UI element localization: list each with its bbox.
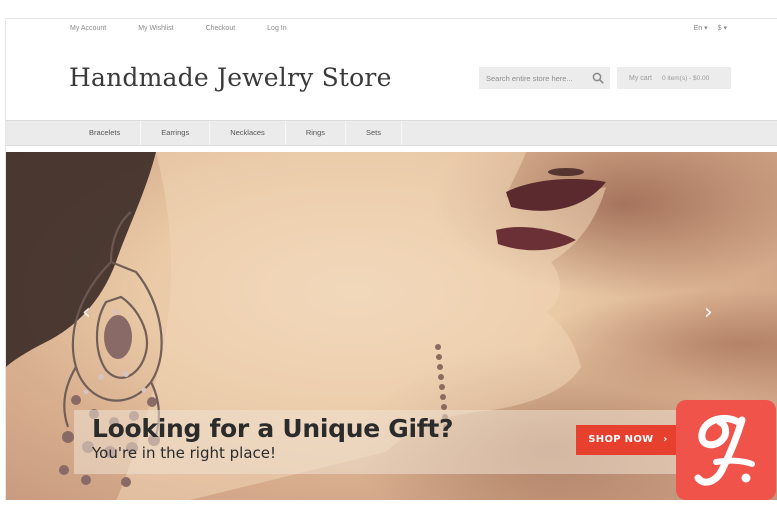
currency-select[interactable]: $ ▾ [718,24,727,32]
shop-now-label: SHOP NOW [588,434,654,445]
main-nav: Bracelets Earrings Necklaces Rings Sets [6,120,777,146]
g-logo-badge[interactable] [676,400,776,500]
hero-slider: ‹ › Looking for a Unique Gift? You're in… [6,152,777,500]
nav-item-rings[interactable]: Rings [286,121,346,145]
store-logo[interactable]: Handmade Jewelry Store [69,63,392,92]
slide-subtitle: You're in the right place! [92,444,277,462]
cart-summary: 0 item(s) - $0.00 [661,74,710,82]
my-wishlist-link[interactable]: My Wishlist [138,25,173,32]
g-logo-icon [694,415,755,486]
chevron-down-icon: ▾ [704,25,708,32]
login-link[interactable]: Log In [267,25,286,32]
locale-switchers: En ▾ $ ▾ [694,24,727,32]
slider-prev-arrow[interactable]: ‹ [82,300,91,325]
nav-item-sets[interactable]: Sets [346,121,403,145]
cart-label: My cart [629,74,652,82]
nav-item-necklaces[interactable]: Necklaces [210,121,286,145]
page-frame: My Account My Wishlist Checkout Log In E… [5,18,777,500]
my-account-link[interactable]: My Account [70,25,106,32]
search-box [479,67,610,89]
chevron-down-icon: ▾ [723,25,727,32]
shop-now-button[interactable]: SHOP NOW › [576,425,680,455]
checkout-link[interactable]: Checkout [206,25,236,32]
language-select[interactable]: En ▾ [694,24,708,32]
search-input[interactable] [486,73,586,83]
cart-button[interactable]: My cart 0 item(s) - $0.00 [617,67,731,89]
chevron-right-icon: › [663,434,668,445]
nav-item-earrings[interactable]: Earrings [141,121,211,145]
currency-value: $ [717,25,722,32]
nav-item-bracelets[interactable]: Bracelets [69,121,142,145]
language-value: En [693,25,703,32]
top-links: My Account My Wishlist Checkout Log In [70,25,319,32]
slider-next-arrow[interactable]: › [704,300,713,325]
slide-title: Looking for a Unique Gift? [92,414,454,443]
search-icon[interactable] [592,72,604,84]
